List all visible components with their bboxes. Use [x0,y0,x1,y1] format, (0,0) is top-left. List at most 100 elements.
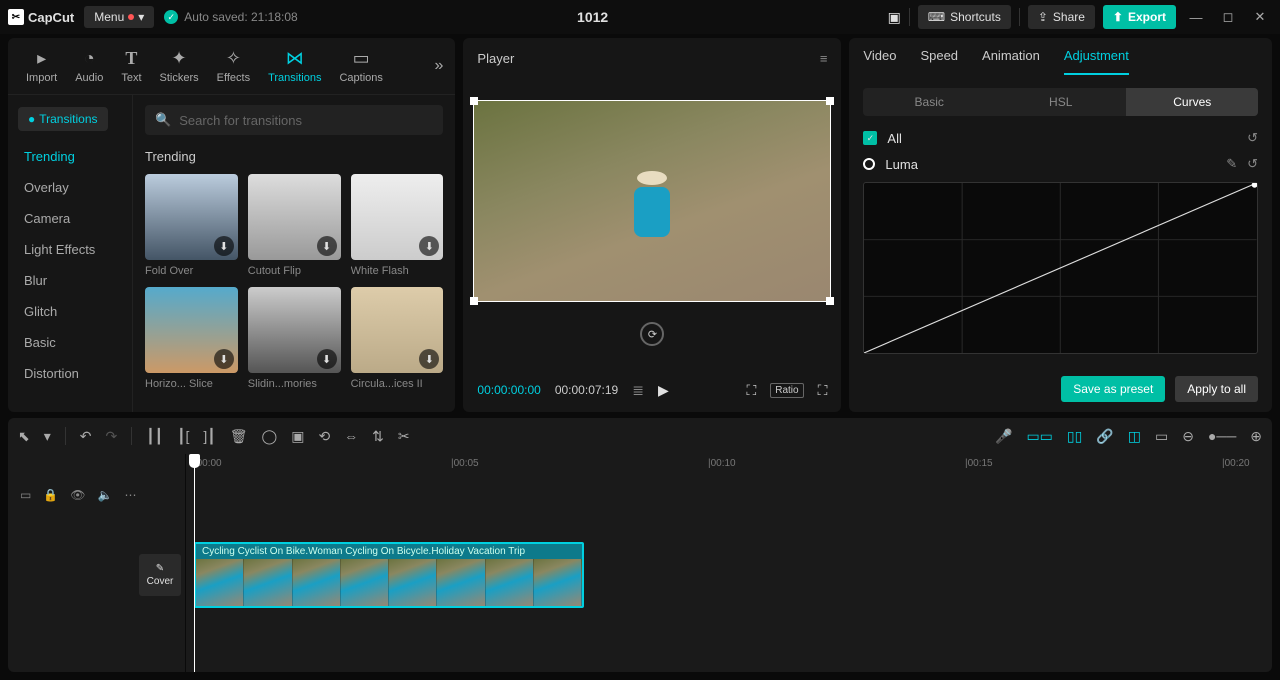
crop-to-icon[interactable]: ▣ [291,428,304,445]
resize-handle[interactable] [826,297,834,305]
more-tabs-button[interactable]: » [435,57,444,75]
mic-icon[interactable]: 🎤 [995,428,1012,445]
split-left-icon[interactable]: ┃[ [177,428,189,445]
tab-speed[interactable]: Speed [920,48,958,75]
transition-item[interactable]: ⬇Circula...ices II [351,287,444,390]
category-glitch[interactable]: Glitch [8,296,132,327]
ratio-button[interactable]: Ratio [770,383,803,398]
curves-editor[interactable] [863,182,1258,354]
rotate-icon[interactable]: ⟲ [318,428,330,445]
share-icon: ⇪ [1038,10,1048,24]
radio-luma[interactable] [863,158,875,170]
zoom-slider[interactable]: ●── [1208,428,1236,444]
maximize-button[interactable]: ◻ [1216,5,1240,29]
category-blur[interactable]: Blur [8,265,132,296]
zoom-in-icon[interactable]: ⊕ [1250,428,1262,445]
cover-button[interactable]: ✎ Cover [139,554,181,596]
magnet-icon[interactable]: ▭▭ [1026,428,1052,445]
playhead[interactable] [194,454,195,672]
category-trending[interactable]: Trending [8,141,132,172]
link-snap-icon[interactable]: ▯▯ [1067,428,1082,445]
download-icon[interactable]: ⬇ [419,236,439,256]
tab-text[interactable]: TText [115,46,147,86]
video-preview[interactable] [473,100,831,302]
fullscreen-icon[interactable]: ⛶ [818,382,828,399]
category-basic[interactable]: Basic [8,327,132,358]
transition-item[interactable]: ⬇White Flash [351,174,444,277]
resize-handle[interactable] [470,297,478,305]
menu-button[interactable]: Menu ▾ [84,6,154,28]
resize-handle[interactable] [470,97,478,105]
compare-icon[interactable]: ≣ [632,382,644,399]
redo-button[interactable]: ↷ [106,428,118,445]
reset-icon[interactable]: ↺ [1247,156,1258,172]
visibility-icon[interactable]: 👁 [70,488,85,502]
transitions-pill[interactable]: ● Transitions [18,107,108,131]
shuffle-icon[interactable]: ⇅ [372,428,384,445]
transition-item[interactable]: ⬇Cutout Flip [248,174,341,277]
transition-item[interactable]: ⬇Slidin...mories [248,287,341,390]
export-button[interactable]: ⬆ Export [1103,5,1176,29]
eyedropper-icon[interactable]: ✎ [1226,156,1237,172]
tab-effects[interactable]: ✧Effects [211,46,256,86]
mute-icon[interactable]: 🔈 [98,488,113,502]
focus-icon[interactable]: ⛶ [746,382,756,399]
apply-all-button[interactable]: Apply to all [1175,376,1258,402]
tab-adjustment[interactable]: Adjustment [1064,48,1129,75]
subtab-basic[interactable]: Basic [863,88,995,116]
tab-animation[interactable]: Animation [982,48,1040,75]
lock-icon[interactable]: 🔒 [43,488,58,502]
checkbox-all[interactable]: ✓ [863,131,877,145]
search-input[interactable]: 🔍 Search for transitions [145,105,443,135]
delete-icon[interactable]: 🗑 [230,428,248,445]
save-preset-button[interactable]: Save as preset [1061,376,1165,402]
timeline-tracks[interactable]: |00:00 |00:05 |00:10 |00:15 |00:20 Cycli… [186,454,1272,672]
category-distortion[interactable]: Distortion [8,358,132,389]
tab-audio[interactable]: ◔Audio [69,46,109,86]
time-ruler[interactable]: |00:00 |00:05 |00:10 |00:15 |00:20 [186,454,1272,476]
link-icon[interactable]: 🔗 [1096,428,1113,445]
subtab-hsl[interactable]: HSL [995,88,1127,116]
tab-import[interactable]: ▸Import [20,46,63,86]
minimize-button[interactable]: — [1184,5,1208,29]
track-toggle-icon[interactable]: ▭ [20,488,31,502]
resize-handle[interactable] [826,97,834,105]
dropdown-icon[interactable]: ▾ [44,428,51,445]
category-camera[interactable]: Camera [8,203,132,234]
share-button[interactable]: ⇪ Share [1028,5,1095,29]
category-overlay[interactable]: Overlay [8,172,132,203]
preview-mode-icon[interactable]: ▭ [1155,428,1168,445]
crop-icon[interactable]: ✂ [398,428,410,445]
refresh-icon[interactable]: ⟳ [640,322,664,346]
tab-stickers[interactable]: ✦Stickers [154,46,205,86]
more-icon[interactable]: ⋯ [124,488,136,502]
player-menu-icon[interactable]: ≡ [820,51,828,66]
tab-captions[interactable]: ▭Captions [333,46,388,86]
transition-item[interactable]: ⬇Horizo... Slice [145,287,238,390]
layout-icon[interactable]: ▣ [888,9,901,26]
undo-button[interactable]: ↶ [80,428,92,445]
tab-video[interactable]: Video [863,48,896,75]
marker-icon[interactable]: ◯ [262,428,278,445]
download-icon[interactable]: ⬇ [419,349,439,369]
split-right-icon[interactable]: ]┃ [203,428,215,445]
shortcuts-button[interactable]: ⌨ Shortcuts [918,5,1011,29]
search-placeholder: Search for transitions [179,113,302,128]
zoom-out-icon[interactable]: ⊖ [1182,428,1194,445]
tab-transitions[interactable]: ⋈Transitions [262,46,327,86]
transition-item[interactable]: ⬇Fold Over [145,174,238,277]
selection-tool[interactable]: ⬉ [18,428,30,445]
close-button[interactable]: ✕ [1248,5,1272,29]
preview-snap-icon[interactable]: ◫ [1128,428,1141,445]
category-light-effects[interactable]: Light Effects [8,234,132,265]
download-icon[interactable]: ⬇ [317,236,337,256]
download-icon[interactable]: ⬇ [317,349,337,369]
mirror-icon[interactable]: ⇔ [344,428,358,444]
split-icon[interactable]: ┃┃ [146,428,163,445]
play-button[interactable]: ▶ [658,382,669,399]
download-icon[interactable]: ⬇ [214,236,234,256]
subtab-curves[interactable]: Curves [1126,88,1258,116]
reset-icon[interactable]: ↺ [1247,130,1258,146]
download-icon[interactable]: ⬇ [214,349,234,369]
video-clip[interactable]: Cycling Cyclist On Bike.Woman Cycling On… [194,542,584,608]
